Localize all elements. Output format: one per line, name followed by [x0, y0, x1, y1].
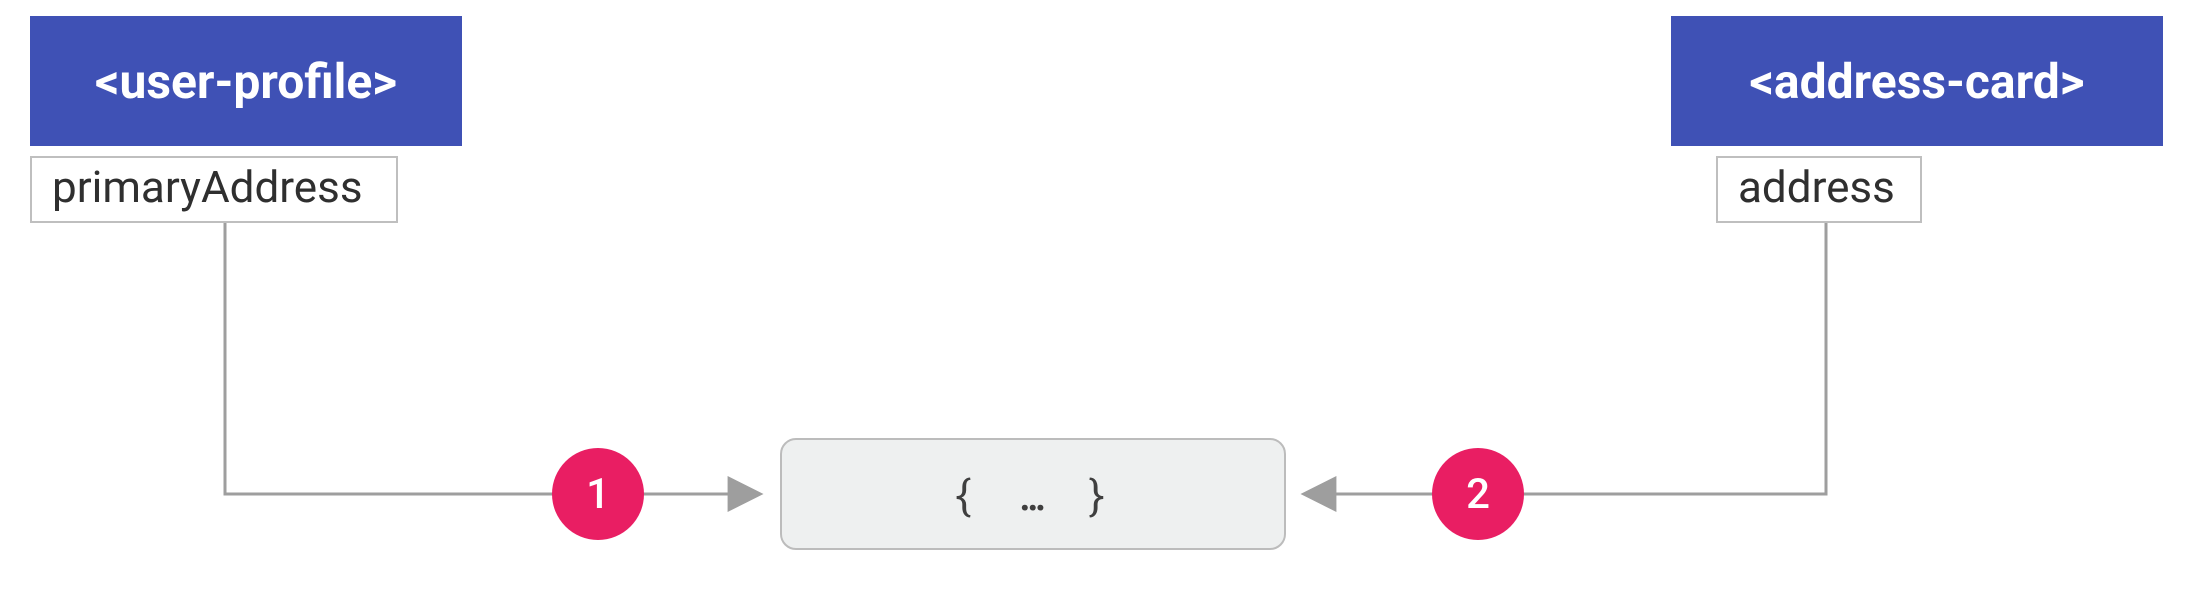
diagram-stage: <user-profile> primaryAddress <address-c… — [0, 0, 2195, 612]
shared-object: { … } — [780, 438, 1286, 550]
connector-left — [225, 218, 760, 494]
property-label: primaryAddress — [52, 161, 363, 213]
property-label: address — [1738, 161, 1895, 213]
component-user-profile: <user-profile> — [30, 16, 462, 146]
object-label: { … } — [950, 467, 1116, 522]
connector-right — [1304, 218, 1826, 494]
step-badge-1: 1 — [552, 448, 644, 540]
property-primary-address: primaryAddress — [30, 156, 398, 223]
component-address-card: <address-card> — [1671, 16, 2163, 146]
step-badge-2: 2 — [1432, 448, 1524, 540]
component-label: <address-card> — [1749, 53, 2084, 110]
component-label: <user-profile> — [95, 53, 397, 110]
badge-number: 2 — [1466, 470, 1490, 519]
badge-number: 1 — [586, 470, 610, 519]
property-address: address — [1716, 156, 1922, 223]
